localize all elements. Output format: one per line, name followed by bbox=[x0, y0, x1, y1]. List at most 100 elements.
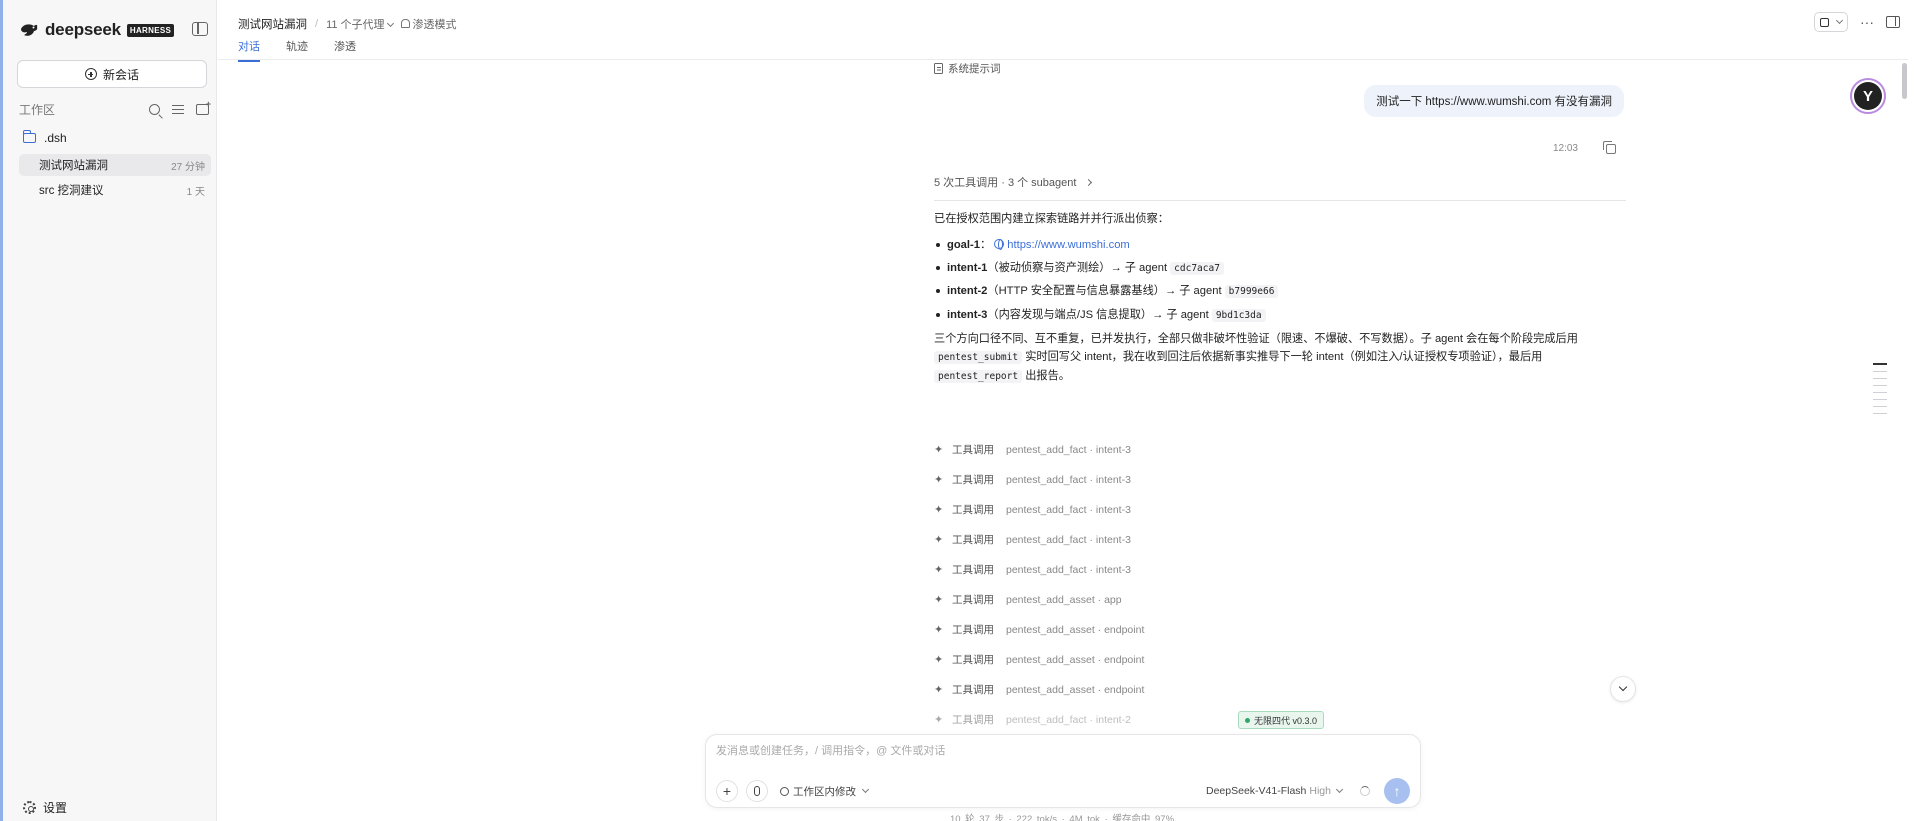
message-time: 12:03 bbox=[1552, 143, 1578, 154]
send-button[interactable]: ↑ bbox=[1384, 778, 1410, 804]
message-minimap[interactable] bbox=[1873, 363, 1887, 420]
reply-intro: 已在授权范围内建立探索链路并并行派出侦察： bbox=[934, 213, 1169, 225]
message-input[interactable] bbox=[716, 745, 1406, 757]
intent-desc: （被动侦察与资产测绘）→ 子 agent bbox=[987, 261, 1168, 274]
filter-sliders-icon[interactable] bbox=[172, 104, 184, 115]
folder-name: .dsh bbox=[44, 131, 67, 145]
tool-call-row[interactable]: ✦ 工具调用 pentest_add_fact · intent-3 bbox=[934, 532, 1131, 547]
agent-id: b7999e66 bbox=[1224, 285, 1279, 298]
folder-dsh[interactable]: .dsh bbox=[23, 130, 67, 145]
search-icon[interactable] bbox=[149, 104, 160, 115]
reasoning-level: High bbox=[1309, 785, 1331, 797]
chevron-right-icon bbox=[1085, 178, 1093, 186]
inline-code: pentest_submit bbox=[934, 350, 1023, 364]
chevron-down-icon bbox=[1618, 682, 1628, 692]
tool-call-detail: pentest_add_fact · intent-3 bbox=[1006, 563, 1131, 576]
folder-icon bbox=[23, 130, 36, 143]
agent-id: 9bd1c3da bbox=[1211, 308, 1266, 322]
sparkle-icon: ✦ bbox=[934, 534, 944, 546]
more-icon[interactable]: ··· bbox=[1860, 14, 1874, 30]
tool-call-detail: pentest_add_fact · intent-2 bbox=[1006, 713, 1131, 726]
version-label: 无限四代 v0.3.0 bbox=[1254, 715, 1318, 726]
tool-call-detail: pentest_add_fact · intent-3 bbox=[1006, 503, 1131, 516]
attach-file-button[interactable] bbox=[746, 780, 768, 802]
sidebar: deepseek HARNESS 新会话 工作区 .dsh 测试网站漏洞 27 … bbox=[3, 0, 217, 821]
tool-call-label: 工具调用 bbox=[952, 564, 994, 576]
paperclip-icon bbox=[754, 786, 760, 796]
sparkle-icon: ✦ bbox=[934, 684, 944, 696]
tool-call-label: 工具调用 bbox=[952, 444, 994, 456]
tool-call-row[interactable]: ✦ 工具调用 pentest_add_asset · endpoint bbox=[934, 682, 1144, 697]
status-dot bbox=[1245, 717, 1250, 723]
tab-chat[interactable]: 对话 bbox=[238, 38, 260, 62]
scrollbar[interactable] bbox=[1900, 61, 1908, 761]
tool-call-label: 工具调用 bbox=[952, 474, 994, 486]
user-message: 测试一下 https://www.wumshi.com 有没有漏洞 bbox=[1364, 85, 1624, 117]
sidebar-toggle-icon[interactable] bbox=[192, 22, 208, 36]
intent-label: intent-2 bbox=[947, 285, 988, 297]
tool-call-label: 工具调用 bbox=[952, 594, 994, 606]
tool-call-row[interactable]: ✦ 工具调用 pentest_add_fact · intent-3 bbox=[934, 562, 1131, 577]
tab-pentest[interactable]: 渗透 bbox=[334, 38, 356, 59]
tool-call-label: 工具调用 bbox=[952, 504, 994, 516]
square-icon bbox=[1820, 17, 1829, 27]
sub-agents-dropdown[interactable]: 11 个子代理 bbox=[326, 16, 394, 32]
tool-call-detail: pentest_add_asset · endpoint bbox=[1006, 623, 1145, 636]
layout-dropdown[interactable] bbox=[1814, 12, 1848, 32]
intent-desc: （内容发现与端点/JS 信息提取）→ 子 agent bbox=[987, 308, 1209, 321]
sparkle-icon: ✦ bbox=[934, 654, 944, 666]
task-title: 测试网站漏洞 bbox=[238, 19, 307, 31]
tool-call-row[interactable]: ✦ 工具调用 pentest_add_fact · intent-3 bbox=[934, 502, 1131, 517]
brand-name: deepseek bbox=[45, 20, 121, 39]
new-chat-button[interactable]: 新会话 bbox=[17, 60, 207, 88]
model-selector[interactable]: DeepSeek-V41-Flash High bbox=[1206, 785, 1344, 797]
mode-toggle[interactable]: 渗透模式 bbox=[400, 16, 457, 32]
goal-link[interactable]: https://www.wumshi.com bbox=[1007, 239, 1129, 251]
conversation-item[interactable]: src 挖洞建议 1 天 bbox=[19, 179, 211, 201]
tool-call-row[interactable]: ✦ 工具调用 pentest_add_asset · endpoint bbox=[934, 652, 1144, 667]
list-item: intent-3（内容发现与端点/JS 信息提取）→ 子 agent 9bd1c… bbox=[934, 306, 1626, 325]
conversation-title: 测试网站漏洞 bbox=[39, 160, 108, 172]
tool-call-label: 工具调用 bbox=[952, 714, 994, 726]
brand-badge: HARNESS bbox=[126, 23, 175, 37]
settings-button[interactable]: 设置 bbox=[23, 799, 67, 816]
top-actions: ··· bbox=[1814, 12, 1900, 32]
composer: + 工作区内修改 DeepSeek-V41-Flash High ↑ bbox=[705, 734, 1421, 808]
tool-call-row[interactable]: ✦ 工具调用 pentest_add_fact · intent-3 bbox=[934, 472, 1131, 487]
version-badge: 无限四代 v0.3.0 bbox=[1238, 711, 1325, 729]
new-folder-icon[interactable] bbox=[196, 99, 211, 115]
workspace-header: 工作区 bbox=[19, 99, 211, 118]
system-prompt-toggle[interactable]: 系统提示词 bbox=[934, 61, 1001, 76]
scroll-to-bottom-button[interactable] bbox=[1610, 676, 1636, 702]
goal-label: goal-1 bbox=[947, 239, 980, 251]
document-icon bbox=[934, 63, 943, 74]
tool-call-label: 工具调用 bbox=[952, 624, 994, 636]
tool-call-row[interactable]: ✦ 工具调用 pentest_add_fact · intent-2 bbox=[934, 712, 1131, 727]
add-attachment-button[interactable]: + bbox=[716, 780, 738, 802]
chat-area[interactable]: Y 系统提示词 测试一下 https://www.wumshi.com 有没有漏… bbox=[218, 61, 1908, 821]
edit-mode-dropdown[interactable]: 工作区内修改 bbox=[780, 784, 870, 799]
scrollbar-thumb[interactable] bbox=[1902, 63, 1907, 99]
right-panel-icon[interactable] bbox=[1886, 16, 1900, 28]
tool-call-detail: pentest_add_asset · app bbox=[1006, 593, 1122, 606]
tool-call-row[interactable]: ✦ 工具调用 pentest_add_fact · intent-3 bbox=[934, 442, 1131, 457]
tool-call-row[interactable]: ✦ 工具调用 pentest_add_asset · app bbox=[934, 592, 1122, 607]
list-item: intent-1（被动侦察与资产测绘）→ 子 agent cdc7aca7 bbox=[934, 259, 1626, 278]
tool-call-row[interactable]: ✦ 工具调用 pentest_add_asset · endpoint bbox=[934, 622, 1144, 637]
inline-code: pentest_report bbox=[934, 369, 1023, 383]
system-prompt-label: 系统提示词 bbox=[948, 63, 1001, 75]
tool-call-detail: pentest_add_asset · endpoint bbox=[1006, 653, 1145, 666]
tool-summary-toggle[interactable]: 5 次工具调用 · 3 个 subagent bbox=[934, 174, 1626, 201]
conversation-item[interactable]: 测试网站漏洞 27 分钟 bbox=[19, 154, 211, 176]
workspace-label: 工作区 bbox=[19, 103, 56, 117]
edit-mode-label: 工作区内修改 bbox=[793, 785, 856, 798]
brand[interactable]: deepseek HARNESS bbox=[19, 20, 175, 40]
conversation-time: 27 分钟 bbox=[171, 161, 205, 173]
goal-sep: ： bbox=[979, 239, 992, 251]
reply-list: goal-1： https://www.wumshi.com intent-1（… bbox=[934, 236, 1626, 325]
chevron-down-icon bbox=[861, 785, 870, 793]
breadcrumb: 测试网站漏洞 / 11 个子代理 渗透模式 bbox=[238, 16, 457, 32]
copy-icon[interactable] bbox=[1603, 140, 1616, 154]
tab-trace[interactable]: 轨迹 bbox=[286, 38, 308, 59]
user-message-meta: 12:03 bbox=[1552, 140, 1616, 154]
